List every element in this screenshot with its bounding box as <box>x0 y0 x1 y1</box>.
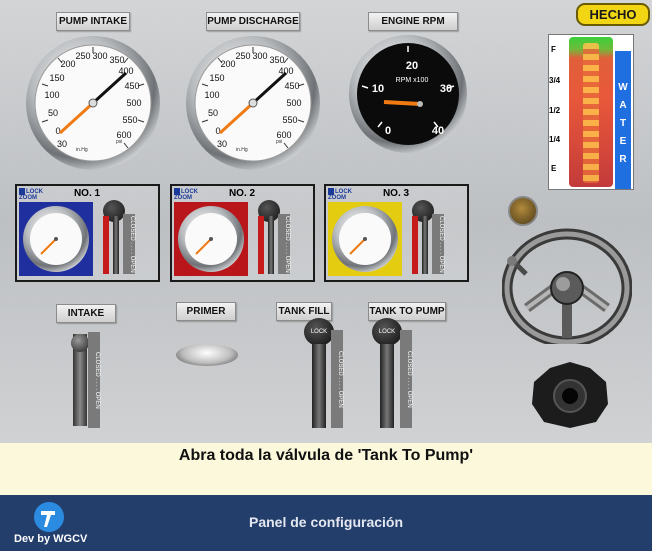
tick-label: 350 <box>269 55 284 65</box>
valve-handle-3[interactable] <box>422 216 428 274</box>
discharge-title: NO. 2 <box>228 188 256 199</box>
tick-label: 100 <box>44 90 59 100</box>
rpm-tick-label: 0 <box>385 125 391 137</box>
instruction-bar: Abra toda la válvula de 'Tank To Pump' <box>0 443 652 495</box>
throttle-knob[interactable] <box>508 196 538 226</box>
unit-label: psi <box>276 139 282 145</box>
valve-handle-1[interactable] <box>113 216 119 274</box>
tick-label: 50 <box>48 108 58 118</box>
discharge-title: NO. 3 <box>382 188 410 199</box>
tick-label: 500 <box>126 98 141 108</box>
tick-label: 30 <box>57 139 67 149</box>
valve-scale: CLOSED . . . . OPEN <box>123 214 135 274</box>
pump-intake-label: PUMP INTAKE <box>56 12 130 31</box>
tick-label: 250 <box>235 51 250 61</box>
rpm-tick-label: 40 <box>432 125 444 137</box>
tank-level-scale: F 3/4 1/2 1/4 E <box>549 35 567 189</box>
valve-scale: CLOSED . . . . OPEN <box>432 214 444 274</box>
valve-red-strip <box>258 216 264 274</box>
tick-label: 30 <box>217 139 227 149</box>
footer: Dev by WGCV Panel de configuración <box>0 495 652 551</box>
intake-label: INTAKE <box>56 304 116 323</box>
tick-label: 250 <box>75 51 90 61</box>
tick-label: 350 <box>109 55 124 65</box>
tank-to-pump-label: TANK TO PUMP <box>368 302 446 321</box>
rpm-unit: RPM x100 <box>396 77 429 84</box>
instruction-text: Abra toda la válvula de 'Tank To Pump' <box>178 447 474 464</box>
intake-valve-handle[interactable] <box>71 334 89 426</box>
unit-label: in.Hg <box>236 147 248 153</box>
tank-level-three-quarter: 3/4 <box>549 76 561 85</box>
tank-fill-valve-scale: CLOSED . . . . OPEN <box>331 330 343 428</box>
tick-label: 300 <box>252 51 267 61</box>
tick-label: 300 <box>92 51 107 61</box>
valve-red-strip <box>412 216 418 274</box>
tick-label: 150 <box>49 73 64 83</box>
engine-rpm-label: ENGINE RPM <box>368 12 458 31</box>
tank-level-quarter: 1/4 <box>549 135 561 144</box>
valve-red-strip <box>103 216 109 274</box>
valve-scale: CLOSED . . . . OPEN <box>278 214 290 274</box>
steering-wheel-icon[interactable] <box>502 226 632 344</box>
tank-fill-valve-handle[interactable] <box>312 344 326 428</box>
discharge-gauge-bg <box>174 202 248 276</box>
configuration-panel-link[interactable]: Panel de configuración <box>0 514 652 530</box>
pressure-control-knob[interactable] <box>528 360 612 430</box>
discharge-gauge-2[interactable] <box>174 202 248 276</box>
engine-rpm-gauge: 0 10 20 30 40 RPM x100 <box>349 35 467 153</box>
discharge-gauge-1[interactable] <box>19 202 93 276</box>
discharge-title: NO. 1 <box>73 188 101 199</box>
pump-discharge-gauge: 30 0 50 100 150 200 250 300 350 400 450 … <box>186 36 320 170</box>
rpm-tick-label: 30 <box>440 83 452 95</box>
tick-label: 100 <box>204 90 219 100</box>
water-tank-indicator: F 3/4 1/2 1/4 E W A T E R <box>548 34 634 190</box>
lock-zoom-label[interactable]: LOCK ZOOM <box>328 188 354 201</box>
pump-intake-gauge: 30 0 50 100 150 200 250 300 350 400 450 … <box>26 36 160 170</box>
unit-label: psi <box>116 139 122 145</box>
tick-label: 500 <box>286 98 301 108</box>
tank-level-half: 1/2 <box>549 106 561 115</box>
tick-label: 450 <box>124 81 139 91</box>
rpm-needle <box>383 100 421 106</box>
tick-label: 200 <box>220 59 235 69</box>
tank-fill-lock-knob[interactable]: LOCK <box>304 318 334 346</box>
tank-level-bar <box>569 37 613 187</box>
developer-label: Dev by WGCV <box>14 533 88 545</box>
primer-label: PRIMER <box>176 302 236 321</box>
discharge-gauge-bg <box>328 202 402 276</box>
pump-discharge-label: PUMP DISCHARGE <box>206 12 300 31</box>
tank-to-pump-lock-knob[interactable]: LOCK <box>372 318 402 346</box>
rpm-tick-label: 20 <box>406 60 418 72</box>
water-side-label: W A T E R <box>615 51 631 189</box>
tank-level-empty: E <box>551 164 557 173</box>
tick-label: 150 <box>209 73 224 83</box>
unit-label: in.Hg <box>76 147 88 153</box>
tick-label: 200 <box>60 59 75 69</box>
tick-label: 0 <box>55 126 60 136</box>
tick-label: 0 <box>215 126 220 136</box>
discharge-panel-3: LOCK ZOOM NO. 3 CLOSED . . . . OPEN <box>324 184 469 282</box>
tank-level-full: F <box>551 45 556 54</box>
intake-valve-scale: CLOSED . . . . OPEN <box>88 332 100 428</box>
tank-to-pump-valve-scale: CLOSED . . . . OPEN <box>400 330 412 428</box>
tick-label: 50 <box>208 108 218 118</box>
tick-label: 450 <box>284 81 299 91</box>
done-button[interactable]: HECHO <box>576 3 650 26</box>
tick-label: 550 <box>122 115 137 125</box>
lock-zoom-label[interactable]: LOCK ZOOM <box>19 188 45 201</box>
pump-panel: HECHO PUMP INTAKE PUMP DISCHARGE ENGINE … <box>0 0 652 444</box>
discharge-gauge-3[interactable] <box>328 202 402 276</box>
discharge-gauge-bg <box>19 202 93 276</box>
discharge-panel-2: LOCK ZOOM NO. 2 CLOSED . . . . OPEN <box>170 184 315 282</box>
tank-to-pump-valve-handle[interactable] <box>380 344 394 428</box>
valve-handle-2[interactable] <box>268 216 274 274</box>
primer-button[interactable] <box>176 344 238 366</box>
discharge-panel-1: LOCK ZOOM NO. 1 CLOSED . . . . OPEN <box>15 184 160 282</box>
tick-label: 550 <box>282 115 297 125</box>
rpm-tick-label: 10 <box>372 83 384 95</box>
lock-zoom-label[interactable]: LOCK ZOOM <box>174 188 200 201</box>
